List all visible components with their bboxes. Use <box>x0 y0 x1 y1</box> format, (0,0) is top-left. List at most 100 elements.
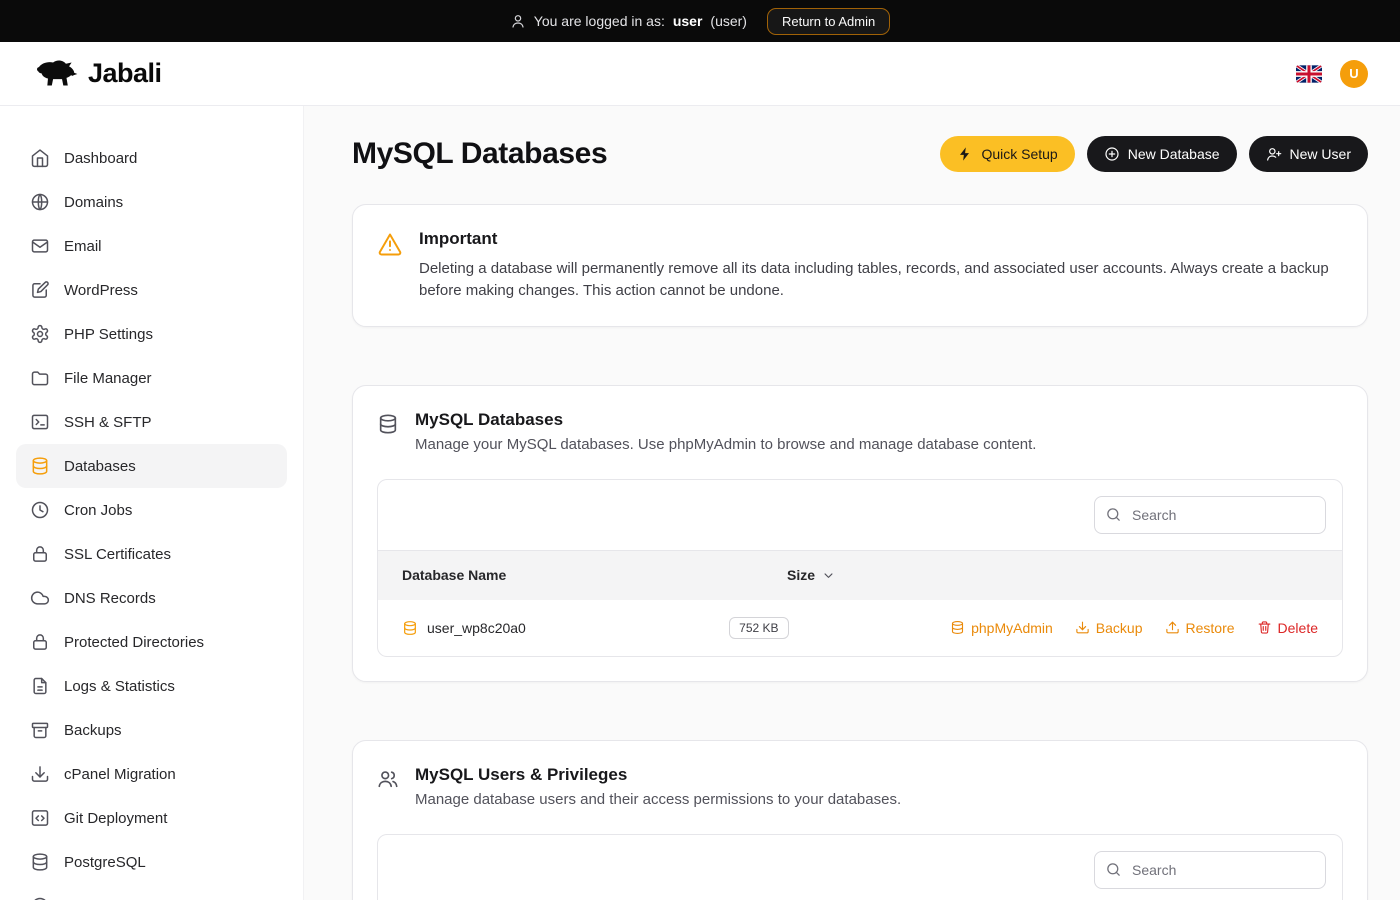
important-notice-card: Important Deleting a database will perma… <box>352 204 1368 327</box>
return-to-admin-button[interactable]: Return to Admin <box>767 8 890 35</box>
sidebar-item-label: Dashboard <box>64 150 137 167</box>
user-icon <box>510 13 526 29</box>
users-card-header: MySQL Users & Privileges Manage database… <box>377 765 1343 808</box>
app-header: Jabali U <box>0 42 1400 106</box>
impersonation-banner: You are logged in as: user (user) Return… <box>0 0 1400 42</box>
column-size[interactable]: Size <box>787 567 1047 583</box>
sidebar-item-dashboard[interactable]: Dashboard <box>16 136 287 180</box>
circle-icon <box>30 896 50 900</box>
sidebar-item-cpanel-migration[interactable]: cPanel Migration <box>16 752 287 796</box>
databases-search-input[interactable] <box>1130 506 1315 524</box>
database-icon <box>950 620 965 635</box>
page-actions: Quick Setup New Database New User <box>940 136 1368 172</box>
phpmyadmin-link[interactable]: phpMyAdmin <box>950 620 1053 636</box>
sidebar-item-postgresql[interactable]: PostgreSQL <box>16 840 287 884</box>
file-text-icon <box>30 676 50 696</box>
new-database-label: New Database <box>1128 146 1220 162</box>
sidebar-item-extra[interactable] <box>16 884 287 900</box>
sidebar-item-email[interactable]: Email <box>16 224 287 268</box>
impersonation-username: user <box>673 13 703 29</box>
new-user-button[interactable]: New User <box>1249 136 1368 172</box>
sidebar-item-label: Protected Directories <box>64 634 204 651</box>
language-flag-button[interactable] <box>1296 65 1322 83</box>
quick-setup-label: Quick Setup <box>981 146 1057 162</box>
folder-icon <box>30 368 50 388</box>
users-table-toolbar <box>378 835 1342 900</box>
chevron-down-icon <box>821 568 836 583</box>
sidebar-item-php-settings[interactable]: PHP Settings <box>16 312 287 356</box>
users-search-box <box>1094 851 1326 889</box>
new-user-label: New User <box>1290 146 1351 162</box>
brand-name: Jabali <box>88 58 162 89</box>
delete-button[interactable]: Delete <box>1257 620 1318 636</box>
sidebar-item-ssl-certificates[interactable]: SSL Certificates <box>16 532 287 576</box>
sidebar-item-ssh-sftp[interactable]: SSH & SFTP <box>16 400 287 444</box>
terminal-icon <box>30 412 50 432</box>
search-icon <box>1105 861 1122 878</box>
quick-setup-button[interactable]: Quick Setup <box>940 136 1074 172</box>
sidebar-item-domains[interactable]: Domains <box>16 180 287 224</box>
boar-logo-icon <box>32 58 78 90</box>
delete-label: Delete <box>1278 620 1318 636</box>
databases-search-box <box>1094 496 1326 534</box>
databases-card: MySQL Databases Manage your MySQL databa… <box>352 385 1368 682</box>
sidebar-item-label: WordPress <box>64 282 138 299</box>
databases-table-toolbar <box>378 480 1342 550</box>
sidebar-item-file-manager[interactable]: File Manager <box>16 356 287 400</box>
impersonation-prefix: You are logged in as: <box>534 13 665 29</box>
trash-icon <box>1257 620 1272 635</box>
sidebar-item-label: DNS Records <box>64 590 156 607</box>
code-icon <box>30 808 50 828</box>
user-plus-icon <box>1266 146 1282 162</box>
sidebar-item-protected-directories[interactable]: Protected Directories <box>16 620 287 664</box>
databases-table-header: Database Name Size <box>378 550 1342 600</box>
users-search-input[interactable] <box>1130 861 1315 879</box>
sidebar-item-git-deployment[interactable]: Git Deployment <box>16 796 287 840</box>
impersonation-role: (user) <box>710 13 747 29</box>
lock-icon <box>30 632 50 652</box>
sidebar-item-label: Cron Jobs <box>64 502 132 519</box>
column-database-name: Database Name <box>402 567 787 583</box>
warning-icon <box>377 231 403 257</box>
sidebar-item-logs-statistics[interactable]: Logs & Statistics <box>16 664 287 708</box>
user-avatar[interactable]: U <box>1340 60 1368 88</box>
sidebar-item-label: Domains <box>64 194 123 211</box>
databases-card-title: MySQL Databases <box>415 410 1036 430</box>
page-title: MySQL Databases <box>352 137 607 171</box>
database-icon <box>30 456 50 476</box>
sidebar-item-cron-jobs[interactable]: Cron Jobs <box>16 488 287 532</box>
new-database-button[interactable]: New Database <box>1087 136 1237 172</box>
settings-icon <box>30 324 50 344</box>
users-card: MySQL Users & Privileges Manage database… <box>352 740 1368 900</box>
mail-icon <box>30 236 50 256</box>
phpmyadmin-label: phpMyAdmin <box>971 620 1053 636</box>
users-card-subtitle: Manage database users and their access p… <box>415 791 901 808</box>
zap-icon <box>957 146 973 162</box>
sidebar-item-dns-records[interactable]: DNS Records <box>16 576 287 620</box>
archive-icon <box>30 720 50 740</box>
search-icon <box>1105 506 1122 523</box>
sidebar-item-label: cPanel Migration <box>64 766 176 783</box>
restore-button[interactable]: Restore <box>1165 620 1235 636</box>
download-icon <box>1075 620 1090 635</box>
databases-table: Database Name Size user_wp8c20a0 752 KB <box>377 479 1343 657</box>
users-table: User Database Privileges <box>377 834 1343 900</box>
uk-flag-icon <box>1296 65 1322 83</box>
sidebar-item-databases[interactable]: Databases <box>16 444 287 488</box>
download-icon <box>30 764 50 784</box>
table-row: user_wp8c20a0 752 KB phpMyAdmin Backup <box>378 600 1342 656</box>
notice-title: Important <box>419 229 1343 249</box>
backup-button[interactable]: Backup <box>1075 620 1143 636</box>
databases-card-header: MySQL Databases Manage your MySQL databa… <box>377 410 1343 453</box>
databases-card-subtitle: Manage your MySQL databases. Use phpMyAd… <box>415 436 1036 453</box>
upload-icon <box>1165 620 1180 635</box>
sidebar-item-backups[interactable]: Backups <box>16 708 287 752</box>
sidebar: Dashboard Domains Email WordPress PHP Settin… <box>0 106 304 900</box>
lock-icon <box>30 544 50 564</box>
sidebar-item-label: Git Deployment <box>64 810 167 827</box>
sidebar-item-label: Email <box>64 238 102 255</box>
brand-logo[interactable]: Jabali <box>32 58 162 90</box>
users-card-title: MySQL Users & Privileges <box>415 765 901 785</box>
database-icon <box>377 413 399 435</box>
sidebar-item-wordpress[interactable]: WordPress <box>16 268 287 312</box>
